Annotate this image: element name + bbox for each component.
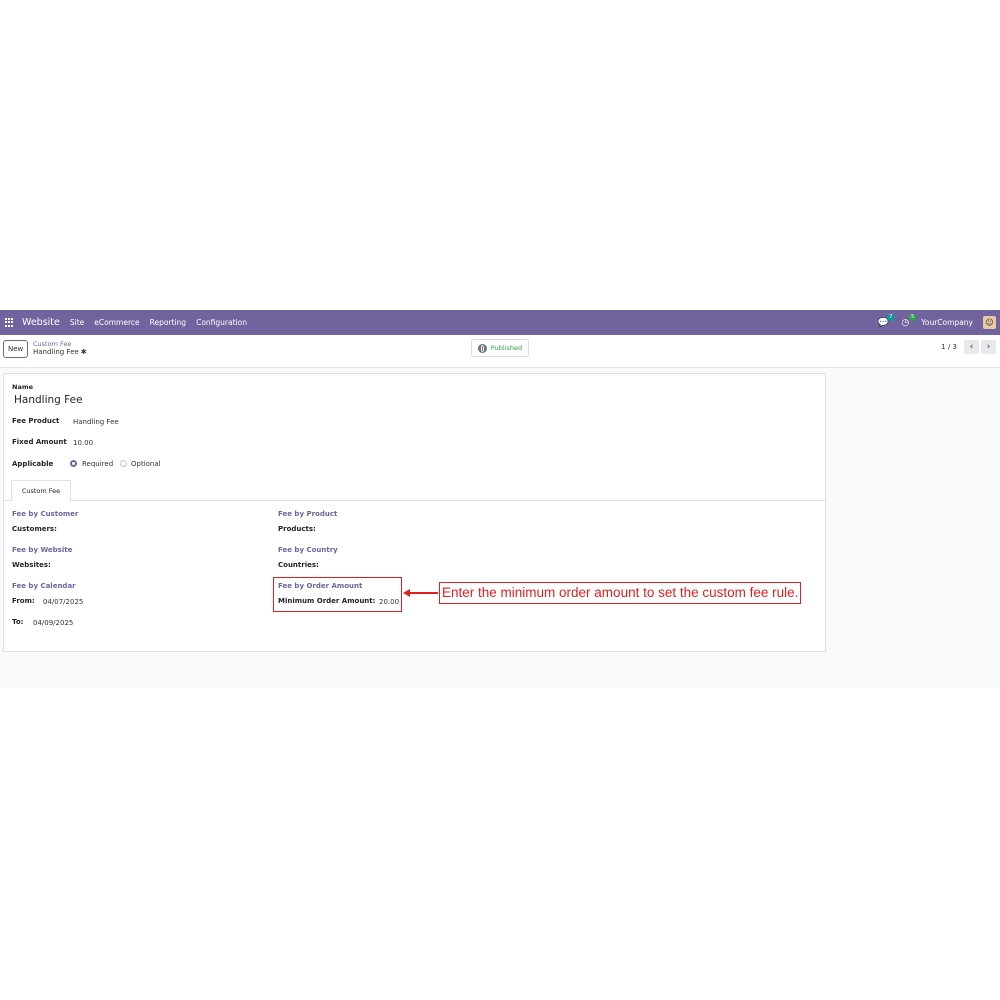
- to-date-field[interactable]: 04/09/2025: [33, 619, 73, 627]
- activities-icon[interactable]: ◷ 5: [899, 313, 917, 329]
- fixed-amount-field[interactable]: 10.00: [73, 439, 93, 447]
- fee-product-label: Fee Product: [12, 417, 60, 425]
- fee-product-field[interactable]: Handling Fee: [73, 418, 119, 426]
- apps-menu-icon[interactable]: [4, 317, 16, 329]
- name-label: Name: [12, 383, 34, 391]
- company-switcher[interactable]: YourCompany: [921, 318, 973, 327]
- name-field[interactable]: Handling Fee: [14, 394, 83, 406]
- menu-configuration[interactable]: Configuration: [196, 318, 247, 327]
- radio-required-label: Required: [82, 460, 114, 468]
- section-fee-by-product: Fee by Product: [278, 510, 338, 518]
- globe-icon: [477, 343, 487, 353]
- from-label: From:: [12, 597, 35, 605]
- messages-icon[interactable]: 💬 7: [877, 313, 895, 329]
- notebook-tabs: Custom Fee: [4, 480, 825, 502]
- section-fee-by-country: Fee by Country: [278, 546, 338, 554]
- applicable-label: Applicable: [12, 460, 54, 468]
- radio-optional-label: Optional: [131, 460, 161, 468]
- section-fee-by-calendar: Fee by Calendar: [12, 582, 76, 590]
- to-label: To:: [12, 618, 24, 626]
- radio-optional[interactable]: [120, 460, 127, 467]
- gear-icon[interactable]: ✱: [81, 348, 87, 356]
- countries-label: Countries:: [278, 561, 319, 569]
- pager-count[interactable]: 1 / 3: [941, 343, 957, 351]
- published-button[interactable]: Published: [471, 339, 529, 357]
- highlight-box: [273, 577, 402, 612]
- new-button[interactable]: New: [3, 340, 29, 358]
- chevron-left-icon[interactable]: ‹: [964, 340, 979, 354]
- breadcrumb: Custom Fee Handling Fee ✱: [33, 340, 87, 356]
- section-fee-by-customer: Fee by Customer: [12, 510, 79, 518]
- form-sheet: Name Handling Fee Fee Product Handling F…: [3, 373, 826, 652]
- breadcrumb-current-label: Handling Fee: [33, 348, 79, 356]
- top-navbar: Website Site eCommerce Reporting Configu…: [0, 310, 1000, 335]
- customers-label: Customers:: [12, 525, 57, 533]
- annotation-callout: Enter the minimum order amount to set th…: [439, 582, 802, 604]
- user-avatar[interactable]: ☺: [983, 316, 996, 329]
- arrow-line: [408, 592, 438, 594]
- from-date-field[interactable]: 04/07/2025: [43, 598, 83, 606]
- menu-ecommerce[interactable]: eCommerce: [94, 318, 139, 327]
- section-fee-by-website: Fee by Website: [12, 546, 73, 554]
- app-brand[interactable]: Website: [22, 317, 60, 328]
- activities-badge: 5: [909, 313, 917, 321]
- websites-label: Websites:: [12, 561, 51, 569]
- menu-site[interactable]: Site: [70, 318, 84, 327]
- fixed-amount-label: Fixed Amount: [12, 438, 67, 446]
- tab-custom-fee[interactable]: Custom Fee: [11, 480, 71, 502]
- radio-required[interactable]: [70, 460, 77, 467]
- products-label: Products:: [278, 525, 316, 533]
- control-panel: New Custom Fee Handling Fee ✱ Published 1…: [0, 335, 1000, 368]
- chevron-right-icon[interactable]: ›: [981, 340, 996, 354]
- odoo-app: Website Site eCommerce Reporting Configu…: [0, 310, 1000, 688]
- breadcrumb-current: Handling Fee ✱: [33, 348, 87, 356]
- messages-badge: 7: [887, 313, 895, 321]
- pager: 1 / 3 ‹ ›: [941, 340, 996, 354]
- breadcrumb-parent[interactable]: Custom Fee: [33, 340, 87, 348]
- published-label: Published: [490, 344, 523, 352]
- menu-reporting[interactable]: Reporting: [150, 318, 186, 327]
